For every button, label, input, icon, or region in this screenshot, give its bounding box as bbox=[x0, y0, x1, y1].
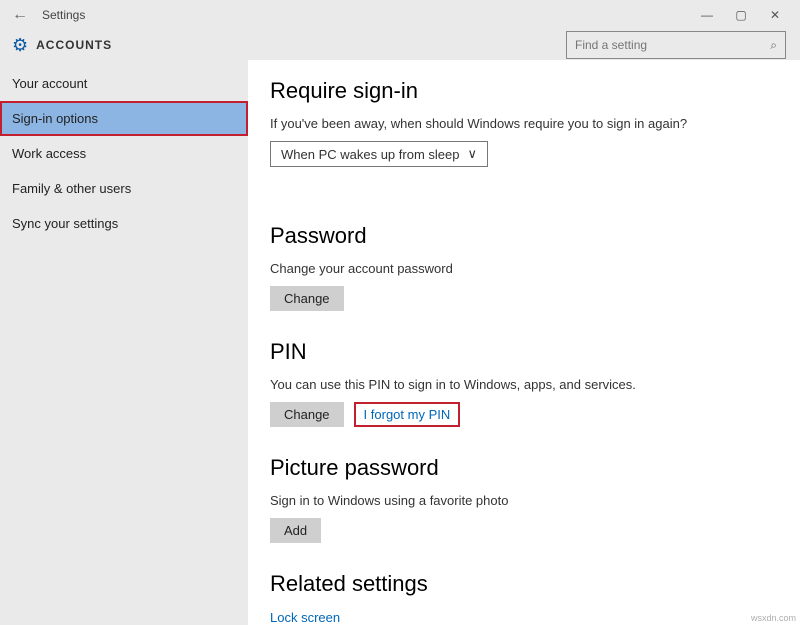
watermark: wsxdn.com bbox=[751, 613, 796, 623]
pin-title: PIN bbox=[270, 339, 800, 365]
password-change-button[interactable]: Change bbox=[270, 286, 344, 311]
password-title: Password bbox=[270, 223, 800, 249]
dropdown-value: When PC wakes up from sleep bbox=[281, 147, 459, 162]
password-desc: Change your account password bbox=[270, 261, 800, 276]
picture-password-add-button[interactable]: Add bbox=[270, 518, 321, 543]
require-signin-title: Require sign-in bbox=[270, 78, 800, 104]
search-input[interactable] bbox=[575, 38, 770, 52]
back-button[interactable]: ← bbox=[8, 6, 32, 24]
pin-desc: You can use this PIN to sign in to Windo… bbox=[270, 377, 800, 392]
window-title: Settings bbox=[42, 8, 85, 22]
sidebar: Your account Sign-in options Work access… bbox=[0, 60, 248, 625]
password-section: Password Change your account password Ch… bbox=[270, 223, 800, 311]
related-settings-title: Related settings bbox=[270, 571, 800, 597]
forgot-pin-link[interactable]: I forgot my PIN bbox=[354, 402, 461, 427]
sidebar-item-your-account[interactable]: Your account bbox=[0, 66, 248, 101]
lock-screen-link[interactable]: Lock screen bbox=[270, 610, 340, 625]
require-signin-section: Require sign-in If you've been away, whe… bbox=[270, 78, 800, 195]
sidebar-item-sign-in-options[interactable]: Sign-in options bbox=[0, 101, 248, 136]
maximize-button[interactable]: ▢ bbox=[724, 0, 758, 30]
sidebar-item-family-other-users[interactable]: Family & other users bbox=[0, 171, 248, 206]
require-signin-desc: If you've been away, when should Windows… bbox=[270, 116, 800, 131]
picture-password-title: Picture password bbox=[270, 455, 800, 481]
require-signin-dropdown[interactable]: When PC wakes up from sleep ∨ bbox=[270, 141, 488, 167]
search-icon: ⌕ bbox=[770, 38, 777, 53]
related-settings-section: Related settings Lock screen bbox=[270, 571, 800, 625]
close-button[interactable]: ✕ bbox=[758, 0, 792, 30]
minimize-button[interactable]: — bbox=[690, 0, 724, 30]
sidebar-item-sync-your-settings[interactable]: Sync your settings bbox=[0, 206, 248, 241]
pin-change-button[interactable]: Change bbox=[270, 402, 344, 427]
pin-section: PIN You can use this PIN to sign in to W… bbox=[270, 339, 800, 427]
chevron-down-icon: ∨ bbox=[467, 146, 477, 162]
header: ⚙ ACCOUNTS ⌕ bbox=[0, 30, 800, 60]
picture-password-desc: Sign in to Windows using a favorite phot… bbox=[270, 493, 800, 508]
search-box[interactable]: ⌕ bbox=[566, 31, 786, 59]
sidebar-item-work-access[interactable]: Work access bbox=[0, 136, 248, 171]
titlebar: ← Settings — ▢ ✕ bbox=[0, 0, 800, 30]
picture-password-section: Picture password Sign in to Windows usin… bbox=[270, 455, 800, 543]
content-pane: Require sign-in If you've been away, whe… bbox=[248, 60, 800, 625]
breadcrumb: ACCOUNTS bbox=[36, 38, 112, 52]
gear-icon: ⚙ bbox=[12, 35, 28, 56]
